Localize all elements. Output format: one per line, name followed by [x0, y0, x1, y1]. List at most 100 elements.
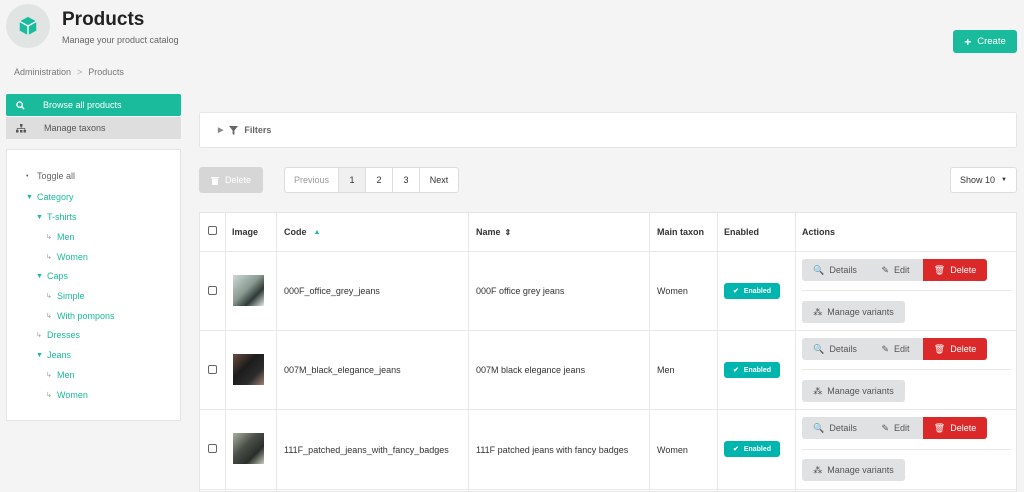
column-divider	[717, 213, 718, 491]
tree-item-tshirts-men[interactable]: ↳ Men	[46, 232, 75, 242]
tree-item-label: With pompons	[57, 311, 115, 321]
edit-button[interactable]: ✎ Edit	[868, 417, 923, 439]
edit-button[interactable]: ✎ Edit	[868, 259, 923, 281]
leaf-icon: ↳	[36, 332, 42, 339]
delete-button[interactable]: 🗑 Delete	[923, 338, 987, 360]
tree-item-caps[interactable]: ▼ Caps	[36, 271, 68, 281]
tree-item-caps-with-pompons[interactable]: ↳ With pompons	[46, 311, 115, 321]
manage-variants-button[interactable]: ⁂ Manage variants	[802, 459, 905, 481]
header-label: Actions	[802, 227, 836, 237]
plus-icon: +	[964, 34, 972, 49]
trash-icon: 🗑	[933, 264, 946, 275]
manage-variants-label: Manage variants	[827, 386, 894, 396]
search-icon	[16, 100, 25, 110]
pagination-page-2[interactable]: 2	[366, 168, 393, 192]
product-main-taxon: Women	[657, 445, 688, 455]
delete-label: Delete	[950, 265, 977, 275]
filters-accordion[interactable]: ▶ Filters	[199, 112, 1017, 148]
product-thumbnail	[233, 275, 264, 306]
product-main-taxon: Women	[657, 286, 688, 296]
column-divider	[649, 213, 650, 491]
tree-item-label: Men	[57, 232, 75, 242]
tree-item-label: Jeans	[47, 350, 72, 360]
bullet-icon: •	[26, 172, 29, 180]
select-all-checkbox[interactable]	[208, 226, 217, 235]
nav-browse-label: Browse all products	[43, 100, 122, 110]
pagination-page-3[interactable]: 3	[393, 168, 420, 192]
pencil-icon: ✎	[881, 422, 890, 433]
products-table: Image Code ▲ Name ⇕ Main taxon Enabled Act…	[199, 212, 1017, 492]
enabled-badge-label: Enabled	[743, 445, 772, 453]
enabled-badge-label: Enabled	[743, 366, 772, 374]
details-button[interactable]: 🔍 Details	[802, 338, 868, 360]
manage-variants-label: Manage variants	[827, 465, 894, 475]
header-label: Main taxon	[657, 227, 705, 237]
delete-button[interactable]: 🗑 Delete	[923, 259, 987, 281]
action-divider	[802, 290, 1011, 291]
cubes-icon: ⁂	[813, 464, 823, 475]
nav-browse-all-products[interactable]: Browse all products	[6, 94, 181, 116]
checkmark-icon: ✔	[732, 367, 739, 374]
cubes-icon: ⁂	[813, 385, 823, 396]
pagination-page-1[interactable]: 1	[339, 168, 366, 192]
leaf-icon: ↳	[46, 313, 52, 320]
details-label: Details	[829, 423, 857, 433]
bulk-delete-button[interactable]: Delete	[199, 167, 263, 193]
toggle-all[interactable]: • Toggle all	[26, 171, 75, 181]
trash-icon: 🗑	[933, 343, 946, 354]
manage-variants-button[interactable]: ⁂ Manage variants	[802, 301, 905, 323]
delete-label: Delete	[950, 423, 977, 433]
row-checkbox[interactable]	[208, 365, 217, 374]
nav-manage-taxons[interactable]: Manage taxons	[6, 117, 181, 139]
product-name: 007M black elegance jeans	[476, 365, 586, 375]
delete-button[interactable]: 🗑 Delete	[923, 417, 987, 439]
product-code: 000F_office_grey_jeans	[284, 286, 380, 296]
tree-item-label: Category	[37, 192, 74, 202]
breadcrumb-current: Products	[88, 67, 124, 77]
tree-item-jeans-women[interactable]: ↳ Women	[46, 390, 88, 400]
enabled-badge: ✔ Enabled	[724, 362, 780, 378]
caret-down-icon: ▼	[1001, 177, 1007, 183]
tree-item-jeans-men[interactable]: ↳ Men	[46, 370, 75, 380]
product-code: 007M_black_elegance_jeans	[284, 365, 401, 375]
pagination-next[interactable]: Next	[420, 168, 458, 192]
pagination: Previous 1 2 3 Next	[284, 167, 459, 193]
tree-item-jeans[interactable]: ▼ Jeans	[36, 350, 71, 360]
search-icon: 🔍	[813, 422, 825, 433]
column-header-code[interactable]: Code ▲	[284, 227, 320, 237]
tree-item-category[interactable]: ▼ Category	[26, 192, 74, 202]
breadcrumb-root[interactable]: Administration	[14, 67, 71, 77]
tree-item-tshirts-women[interactable]: ↳ Women	[46, 252, 88, 262]
tree-item-dresses[interactable]: ↳ Dresses	[36, 330, 80, 340]
edit-button[interactable]: ✎ Edit	[868, 338, 923, 360]
product-thumbnail	[233, 433, 264, 464]
create-button-label: Create	[977, 36, 1006, 47]
caret-down-icon: ▼	[36, 213, 43, 221]
details-label: Details	[829, 265, 857, 275]
create-button[interactable]: + Create	[953, 30, 1017, 53]
column-header-name[interactable]: Name ⇕	[476, 227, 511, 237]
row-checkbox[interactable]	[208, 444, 217, 453]
row-checkbox[interactable]	[208, 286, 217, 295]
sitemap-icon	[16, 123, 26, 132]
details-button[interactable]: 🔍 Details	[802, 417, 868, 439]
column-header-enabled: Enabled	[724, 227, 759, 237]
header-label: Code	[284, 227, 307, 237]
edit-label: Edit	[894, 423, 910, 433]
sort-icon: ⇕	[504, 227, 512, 237]
filters-label: Filters	[244, 125, 272, 135]
leaf-icon: ↳	[46, 392, 52, 399]
details-button[interactable]: 🔍 Details	[802, 259, 868, 281]
trash-icon	[210, 176, 219, 185]
product-main-taxon: Men	[657, 365, 675, 375]
caret-down-icon: ▼	[36, 351, 43, 359]
header-label: Image	[232, 227, 259, 237]
caret-down-icon: ▼	[36, 272, 43, 280]
tree-item-tshirts[interactable]: ▼ T-shirts	[36, 212, 77, 222]
pagination-previous[interactable]: Previous	[285, 168, 339, 192]
items-per-page-select[interactable]: Show 10 ▼	[950, 167, 1017, 193]
tree-item-caps-simple[interactable]: ↳ Simple	[46, 291, 85, 301]
column-divider	[795, 213, 796, 491]
manage-variants-button[interactable]: ⁂ Manage variants	[802, 380, 905, 402]
action-divider	[802, 369, 1011, 370]
